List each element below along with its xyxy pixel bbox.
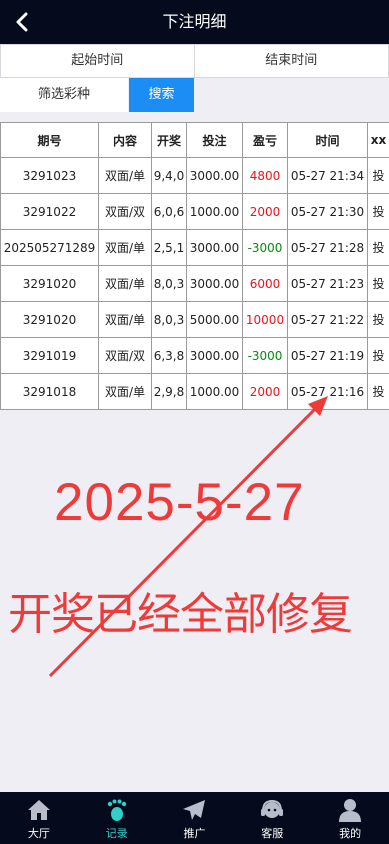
- overlay-message-text: 开奖已经全部修复: [8, 589, 353, 640]
- cell-content: 双面/单: [98, 265, 152, 302]
- cell-profit: 10000: [242, 301, 288, 338]
- cell-profit: 2000: [242, 193, 288, 230]
- cell-draw: 9,4,0: [151, 157, 187, 194]
- cell-issue: 3291020: [0, 301, 99, 338]
- cell-action[interactable]: 投: [367, 157, 389, 194]
- cell-profit: 6000: [242, 265, 288, 302]
- cell-action[interactable]: 投: [367, 373, 389, 410]
- column-header-issue: 期号: [0, 122, 99, 158]
- cell-action[interactable]: 投: [367, 229, 389, 266]
- cell-action[interactable]: 投: [367, 193, 389, 230]
- cell-bet: 1000.00: [186, 373, 243, 410]
- cell-time: 05-27 21:16: [287, 373, 368, 410]
- tab-label: 大厅: [27, 827, 50, 840]
- start-time-button[interactable]: 起始时间: [0, 44, 195, 78]
- tab-label: 推广: [183, 827, 206, 840]
- cell-draw: 2,5,1: [151, 229, 187, 266]
- column-header-profit: 盈亏: [242, 122, 288, 158]
- tab-label: 客服: [261, 827, 284, 840]
- cell-draw: 8,0,3: [151, 265, 187, 302]
- cell-content: 双面/双: [98, 193, 152, 230]
- cell-action[interactable]: 投: [367, 301, 389, 338]
- tab-lobby[interactable]: 大厅: [0, 792, 78, 844]
- bottom-tab-bar: 大厅 记录 推广 客服 我的: [0, 792, 389, 844]
- cell-action[interactable]: 投: [367, 337, 389, 374]
- table-row[interactable]: 3291020 双面/单 8,0,3 5000.00 10000 05-27 2…: [0, 301, 389, 338]
- cell-time: 05-27 21:19: [287, 337, 368, 374]
- overlay-date-text: 2025-5-27: [54, 473, 305, 532]
- tab-promote[interactable]: 推广: [156, 792, 234, 844]
- bet-table: 期号 内容 开奖 投注 盈亏 时间 xx 3291023 双面/单 9,4,0 …: [0, 122, 389, 410]
- column-header-action: xx: [367, 122, 389, 158]
- cell-issue: 3291023: [0, 157, 99, 194]
- table-row[interactable]: 3291020 双面/单 8,0,3 3000.00 6000 05-27 21…: [0, 265, 389, 302]
- table-row[interactable]: 202505271289 双面/单 2,5,1 3000.00 -3000 05…: [0, 229, 389, 266]
- cell-issue: 3291022: [0, 193, 99, 230]
- cell-content: 双面/单: [98, 157, 152, 194]
- cell-bet: 3000.00: [186, 265, 243, 302]
- cell-bet: 1000.00: [186, 193, 243, 230]
- tab-label: 记录: [105, 827, 128, 840]
- top-bar: 下注明细: [0, 0, 389, 44]
- cell-draw: 2,9,8: [151, 373, 187, 410]
- cell-issue: 3291018: [0, 373, 99, 410]
- user-icon: [337, 798, 363, 822]
- cell-issue: 3291019: [0, 337, 99, 374]
- search-button[interactable]: 搜索: [129, 78, 194, 112]
- table-row[interactable]: 3291022 双面/双 6,0,6 1000.00 2000 05-27 21…: [0, 193, 389, 230]
- cell-content: 双面/双: [98, 337, 152, 374]
- tab-service[interactable]: 客服: [233, 792, 311, 844]
- cell-time: 05-27 21:34: [287, 157, 368, 194]
- cell-action[interactable]: 投: [367, 265, 389, 302]
- cell-time: 05-27 21:22: [287, 301, 368, 338]
- home-icon: [26, 798, 52, 822]
- page-title: 下注明细: [162, 12, 227, 31]
- column-header-content: 内容: [98, 122, 152, 158]
- cell-content: 双面/单: [98, 229, 152, 266]
- column-header-draw: 开奖: [151, 122, 187, 158]
- paper-plane-icon: [181, 798, 207, 822]
- cell-bet: 3000.00: [186, 337, 243, 374]
- cell-bet: 3000.00: [186, 157, 243, 194]
- cell-content: 双面/单: [98, 373, 152, 410]
- cell-profit: 4800: [242, 157, 288, 194]
- tab-label: 我的: [339, 827, 362, 840]
- column-header-time: 时间: [287, 122, 368, 158]
- headset-icon: [259, 798, 285, 822]
- cell-profit: 2000: [242, 373, 288, 410]
- tab-records[interactable]: 记录: [78, 792, 156, 844]
- cell-time: 05-27 21:30: [287, 193, 368, 230]
- cell-profit: -3000: [242, 337, 288, 374]
- lottery-filter-button[interactable]: 筛选彩种: [0, 78, 128, 112]
- table-header-row: 期号 内容 开奖 投注 盈亏 时间 xx: [0, 122, 389, 158]
- cell-profit: -3000: [242, 229, 288, 266]
- table-row[interactable]: 3291023 双面/单 9,4,0 3000.00 4800 05-27 21…: [0, 157, 389, 194]
- tab-mine[interactable]: 我的: [311, 792, 389, 844]
- cell-time: 05-27 21:28: [287, 229, 368, 266]
- column-header-bet: 投注: [186, 122, 243, 158]
- cell-bet: 5000.00: [186, 301, 243, 338]
- cell-draw: 6,0,6: [151, 193, 187, 230]
- bet-table-container: 期号 内容 开奖 投注 盈亏 时间 xx 3291023 双面/单 9,4,0 …: [0, 122, 389, 410]
- cell-draw: 8,0,3: [151, 301, 187, 338]
- cell-bet: 3000.00: [186, 229, 243, 266]
- cell-issue: 202505271289: [0, 229, 99, 266]
- cell-time: 05-27 21:23: [287, 265, 368, 302]
- cell-issue: 3291020: [0, 265, 99, 302]
- time-range-row: 起始时间 结束时间: [0, 44, 389, 78]
- table-row[interactable]: 3291018 双面/单 2,9,8 1000.00 2000 05-27 21…: [0, 373, 389, 410]
- table-row[interactable]: 3291019 双面/双 6,3,8 3000.00 -3000 05-27 2…: [0, 337, 389, 374]
- cell-content: 双面/单: [98, 301, 152, 338]
- cell-draw: 6,3,8: [151, 337, 187, 374]
- end-time-button[interactable]: 结束时间: [194, 44, 389, 78]
- filter-row: 筛选彩种 搜索: [0, 78, 389, 112]
- footprint-icon: [104, 798, 130, 822]
